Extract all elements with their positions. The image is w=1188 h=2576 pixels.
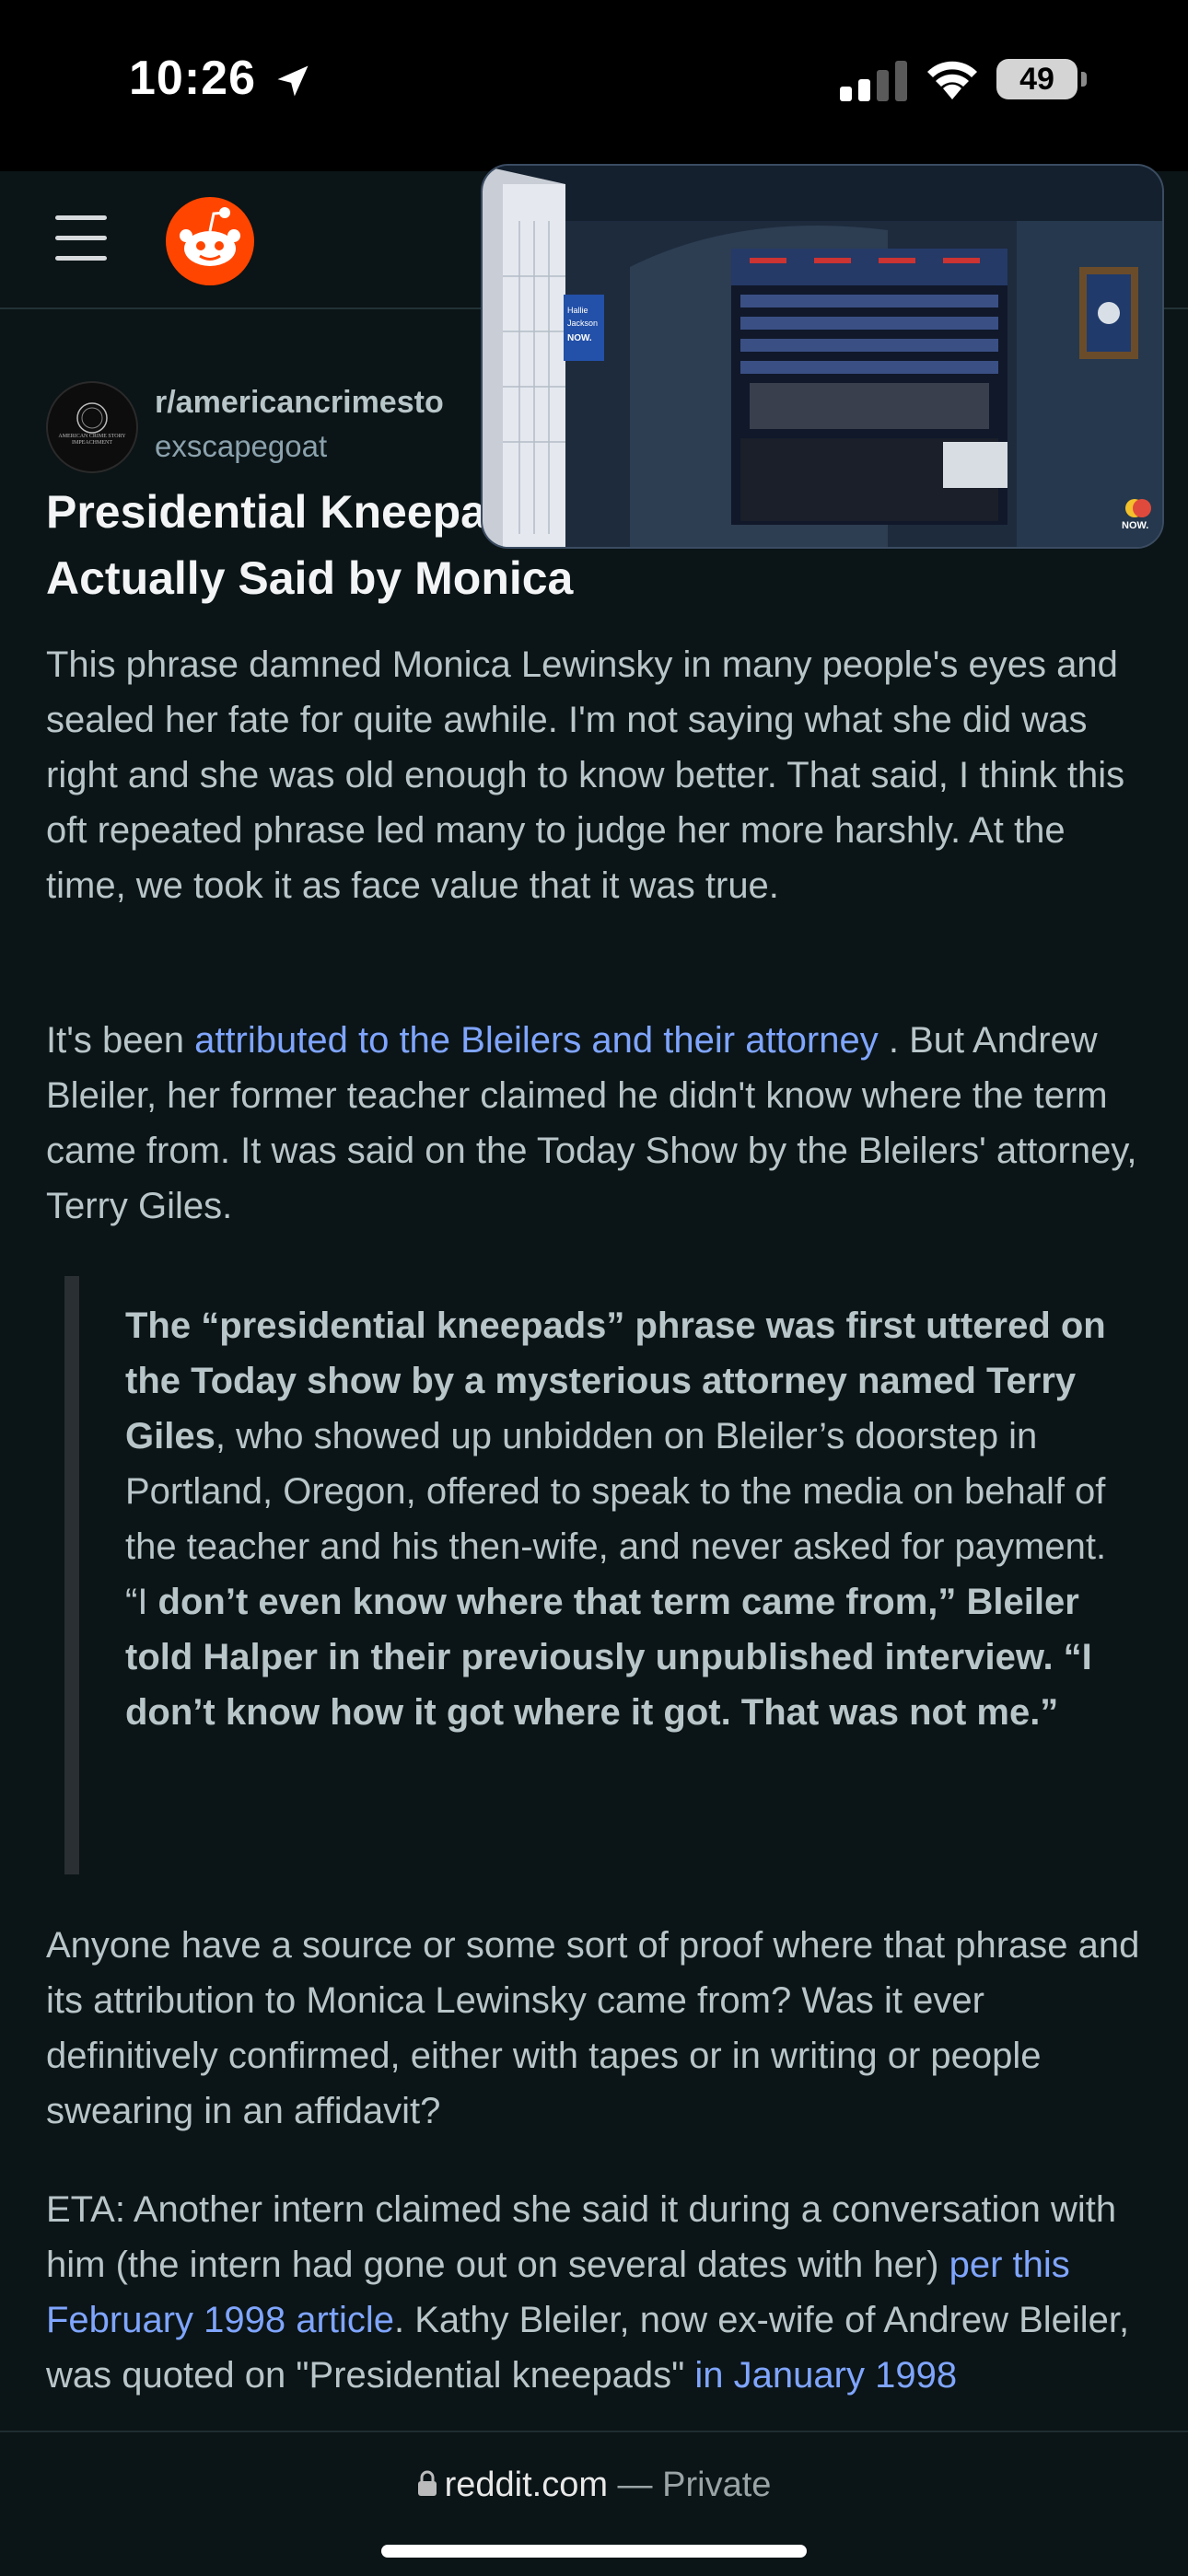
paragraph-text: It's been bbox=[46, 1020, 195, 1061]
network-badge-text: NOW. bbox=[1122, 520, 1148, 531]
subreddit-avatar[interactable]: AMERICAN CRIME STORY IMPEACHMENT bbox=[46, 381, 138, 473]
video-frame: Hallie Jackson NOW. NOW. bbox=[483, 166, 1162, 547]
svg-text:NOW.: NOW. bbox=[567, 333, 592, 343]
quote-bold-text: don’t even know where that term came fro… bbox=[125, 1582, 1092, 1733]
url-display[interactable]: reddit.com — Private bbox=[0, 2466, 1188, 2505]
private-mode-label: Private bbox=[662, 2466, 772, 2504]
reddit-snoo-icon[interactable] bbox=[166, 197, 254, 285]
battery-level: 49 bbox=[1019, 62, 1054, 97]
status-bar: 10:26 49 bbox=[0, 0, 1188, 171]
battery-cap bbox=[1081, 72, 1087, 87]
post-title-line2: Actually Said by Monica bbox=[46, 552, 574, 604]
lock-icon bbox=[417, 2470, 437, 2496]
post-author[interactable]: exscapegoat bbox=[155, 429, 327, 464]
blockquote-bar bbox=[64, 1276, 79, 1874]
post-paragraph-3: Anyone have a source or some sort of pro… bbox=[46, 1925, 1140, 2131]
avatar-text: AMERICAN CRIME STORY IMPEACHMENT bbox=[58, 434, 126, 446]
hamburger-menu-icon[interactable] bbox=[55, 212, 125, 267]
blockquote: The “presidential kneepads” phrase was f… bbox=[125, 1298, 1138, 1740]
post-paragraph-1: This phrase damned Monica Lewinsky in ma… bbox=[46, 644, 1125, 906]
wifi-icon bbox=[927, 61, 977, 99]
post-paragraph-2: It's been attributed to the Bleilers and… bbox=[46, 1013, 1142, 1234]
post-paragraph-4: ETA: Another intern claimed she said it … bbox=[46, 2182, 1142, 2431]
svg-text:Hallie: Hallie bbox=[567, 306, 588, 315]
separator-text: — bbox=[608, 2466, 663, 2504]
home-indicator[interactable] bbox=[381, 2545, 807, 2558]
location-arrow-icon bbox=[277, 65, 309, 97]
browser-address-bar[interactable]: reddit.com — Private bbox=[0, 2431, 1188, 2576]
picture-in-picture-video[interactable]: Hallie Jackson NOW. NOW. bbox=[481, 164, 1164, 549]
svg-text:Jackson: Jackson bbox=[567, 319, 598, 328]
january-1998-link[interactable]: in January 1998 bbox=[694, 2355, 957, 2396]
battery-icon: 49 bbox=[996, 59, 1077, 99]
cellular-signal-icon bbox=[840, 61, 907, 101]
subreddit-name[interactable]: r/americancrimesto bbox=[155, 385, 444, 421]
clock: 10:26 bbox=[129, 52, 256, 105]
domain-text: reddit.com bbox=[444, 2466, 608, 2504]
attribution-link[interactable]: attributed to the Bleilers and their att… bbox=[194, 1020, 879, 1061]
post-title-line1: Presidential Kneepa bbox=[46, 486, 486, 538]
seal-icon bbox=[76, 402, 108, 434]
